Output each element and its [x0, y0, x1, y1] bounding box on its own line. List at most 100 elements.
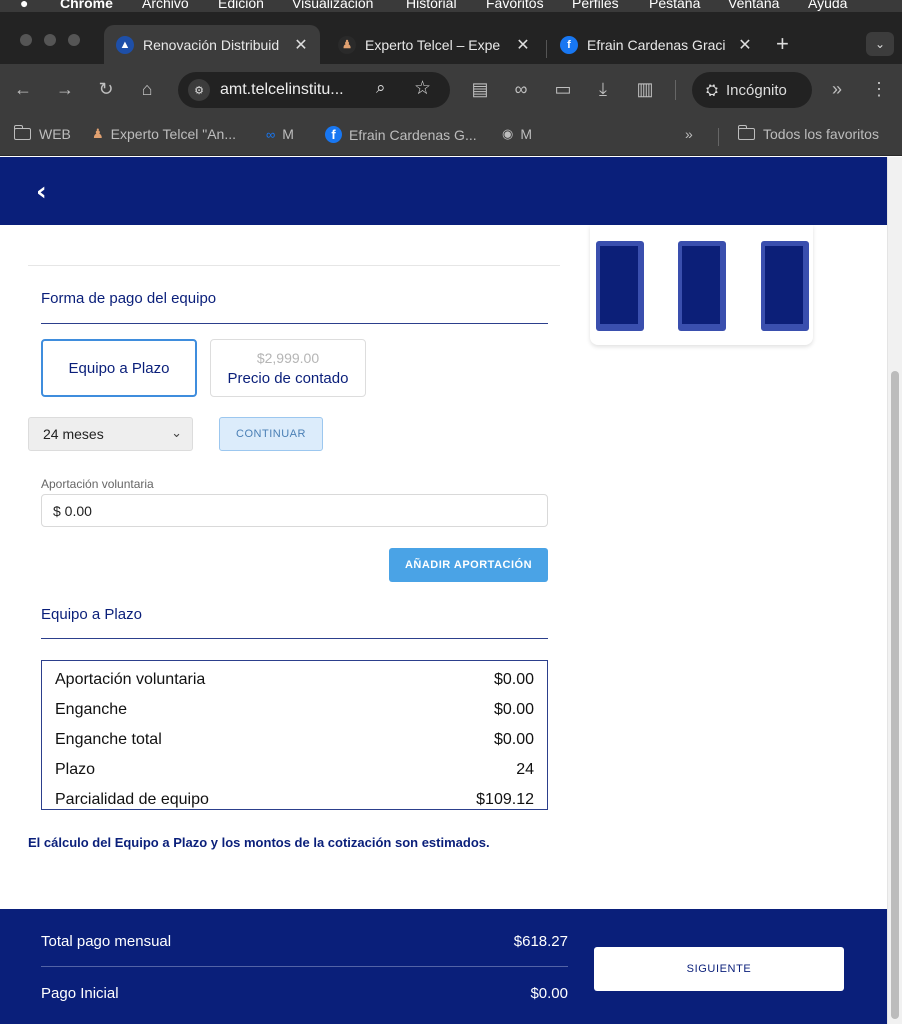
window-minimize-button[interactable] — [44, 34, 56, 46]
forward-arrow-icon[interactable]: → — [54, 78, 76, 100]
payment-method-title: Forma de pago del equipo — [41, 290, 217, 307]
url-text[interactable]: amt.telcelinstitu... — [220, 81, 344, 99]
back-arrow-icon[interactable]: ← — [12, 78, 34, 100]
menu-pestana[interactable]: Pestaña — [649, 0, 700, 11]
tab-title: Efrain Cardenas Graci — [587, 36, 726, 53]
apple-icon[interactable]: ● — [20, 0, 28, 11]
folder-icon — [737, 125, 755, 140]
incognito-label: Incógnito — [726, 81, 787, 99]
menu-ayuda[interactable]: Ayuda — [808, 0, 847, 11]
home-icon[interactable]: ⌂ — [136, 78, 158, 100]
device-image[interactable] — [596, 241, 644, 331]
bookmark-label: Todos los favoritos — [763, 126, 879, 142]
tab-close-icon[interactable]: ✕ — [293, 35, 309, 55]
initial-payment-label: Pago Inicial — [41, 985, 119, 1002]
menu-kebab-icon[interactable]: ⋮ — [868, 78, 890, 100]
option-price: $2,999.00 — [256, 349, 320, 366]
option-equipo-a-plazo[interactable]: Equipo a Plazo — [41, 339, 197, 397]
bookmarks-overflow-icon[interactable]: » — [685, 126, 693, 142]
bookmark-m[interactable]: ◉ M — [502, 126, 532, 142]
next-button[interactable]: SIGUIENTE — [594, 947, 844, 991]
device-image[interactable] — [761, 241, 809, 331]
page-header: ‹ — [0, 157, 887, 225]
window-close-button[interactable] — [20, 34, 32, 46]
summary-row: Aportación voluntaria $0.00 — [55, 671, 534, 689]
summary-title: Equipo a Plazo — [41, 606, 142, 623]
bookmark-label: Efrain Cardenas G... — [349, 126, 477, 143]
scrollbar-thumb[interactable] — [891, 371, 899, 1019]
menu-archivo[interactable]: Archivo — [142, 0, 189, 11]
bookmark-efrain[interactable]: f Efrain Cardenas G... — [325, 126, 477, 143]
bookmark-experto-telcel[interactable]: ♟ Experto Telcel "An... — [92, 126, 236, 142]
menu-historial[interactable]: Historial — [406, 0, 457, 11]
extensions-overflow-icon[interactable]: » — [826, 78, 848, 100]
back-chevron-icon[interactable]: ‹ — [36, 177, 47, 207]
bookmark-star-icon[interactable]: ☆ — [414, 77, 431, 100]
facebook-icon: f — [325, 126, 342, 143]
summary-value: $0.00 — [493, 701, 534, 718]
tab-efrain-cardenas[interactable]: f Efrain Cardenas Graci ✕ — [548, 25, 766, 64]
contribution-input[interactable]: $ 0.00 — [41, 494, 548, 527]
initial-payment-row: Pago Inicial $0.00 — [41, 985, 568, 1002]
tab-renovacion[interactable]: ▲ Renovación Distribuid ✕ — [104, 25, 320, 64]
bookmark-meta[interactable]: ∞ M — [266, 126, 294, 142]
tab-separator — [546, 40, 547, 58]
tab-experto-telcel[interactable]: ♟ Experto Telcel – Expe ✕ — [326, 25, 542, 64]
section-divider — [41, 323, 548, 324]
zoom-icon[interactable]: ⌕ — [376, 78, 386, 98]
bookmark-label: WEB — [39, 126, 71, 142]
menu-favoritos[interactable]: Favoritos — [486, 0, 544, 11]
window-zoom-button[interactable] — [68, 34, 80, 46]
contribution-label: Aportación voluntaria — [41, 477, 154, 491]
tab-search-chevron-icon[interactable]: ⌄ — [866, 32, 894, 56]
facebook-icon: f — [560, 35, 578, 54]
summary-value: $0.00 — [493, 731, 534, 748]
download-icon[interactable]: ⤓ — [592, 78, 614, 100]
continue-button[interactable]: CONTINUAR — [219, 417, 323, 451]
bookmark-all-favorites[interactable]: Todos los favoritos — [737, 125, 879, 142]
reading-list-icon[interactable]: ▤ — [469, 78, 491, 100]
add-contribution-button[interactable]: AÑADIR APORTACIÓN — [389, 548, 548, 582]
menu-perfiles[interactable]: Perfiles — [572, 0, 619, 11]
tab-title: Renovación Distribuid — [143, 36, 280, 53]
address-bar[interactable]: ⚙ amt.telcelinstitu... ⌕ ☆ — [178, 72, 450, 108]
tab-strip: ▲ Renovación Distribuid ✕ ♟ Experto Telc… — [0, 12, 902, 64]
incognito-indicator[interactable]: ⛭ Incógnito — [692, 72, 812, 108]
tab-close-icon[interactable]: ✕ — [737, 35, 753, 55]
cast-icon[interactable]: ▭ — [552, 78, 574, 100]
new-tab-icon[interactable]: + — [776, 33, 789, 55]
reload-icon[interactable]: ↻ — [95, 78, 117, 100]
summary-label: Plazo — [55, 761, 96, 778]
menu-ventana[interactable]: Ventana — [728, 0, 779, 11]
menu-edicion[interactable]: Edición — [218, 0, 264, 11]
side-panel-icon[interactable]: ▥ — [634, 78, 656, 100]
bookmark-favicon-icon: ♟ — [92, 126, 104, 141]
months-select-value: 24 meses — [43, 426, 104, 442]
device-image[interactable] — [678, 241, 726, 331]
folder-icon — [13, 125, 31, 140]
menu-visualizacion[interactable]: Visualización — [292, 0, 373, 11]
summary-row: Parcialidad de equipo $109.12 — [55, 791, 534, 809]
summary-label: Enganche — [55, 701, 128, 718]
link-icon[interactable]: ∞ — [510, 78, 532, 100]
option-label: Precio de contado — [227, 369, 349, 387]
bookmark-label: Experto Telcel "An... — [110, 126, 236, 142]
monthly-total-row: Total pago mensual $618.27 — [41, 933, 568, 950]
bookmark-web[interactable]: WEB — [13, 125, 71, 142]
toolbar-separator — [675, 80, 676, 100]
site-info-icon[interactable]: ⚙ — [188, 79, 210, 101]
tab-favicon-icon: ♟ — [338, 35, 356, 54]
summary-label: Aportación voluntaria — [55, 671, 206, 688]
device-images-card — [590, 225, 813, 345]
months-select[interactable]: 24 meses ⌄ — [28, 417, 193, 451]
tab-close-icon[interactable]: ✕ — [515, 35, 531, 55]
globe-icon: ◉ — [502, 126, 514, 141]
tab-title: Experto Telcel – Expe — [365, 36, 501, 53]
menu-app-chrome[interactable]: Chrome — [60, 0, 113, 11]
bookmark-label: M — [282, 126, 294, 142]
page-scrollbar[interactable] — [887, 157, 902, 1024]
monthly-total-value: $618.27 — [513, 933, 568, 950]
summary-value: 24 — [516, 761, 534, 778]
option-precio-contado[interactable]: $2,999.00 Precio de contado — [210, 339, 366, 397]
summary-value: $0.00 — [493, 671, 534, 688]
